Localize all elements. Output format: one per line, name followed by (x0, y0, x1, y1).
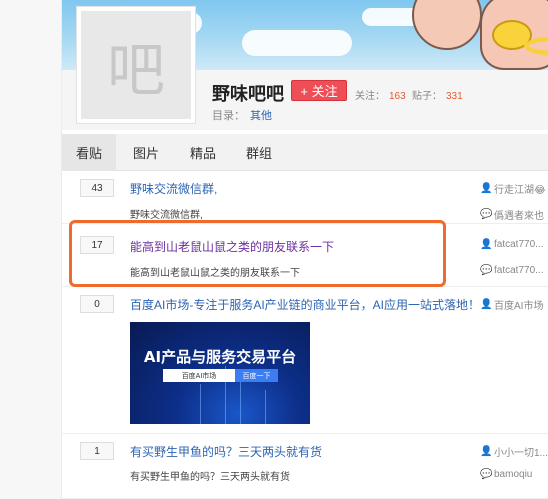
thread-item[interactable]: 1 有买野生甲鱼的吗？三天两头就有货 有买野生甲鱼的吗？三天两头就有货 👤 小小一… (62, 435, 548, 499)
catalog-link[interactable]: 其他 (250, 110, 272, 122)
thread-item[interactable]: 43 野味交流微信群, 野味交流微信群, 👤 行走江湖😂 💬 僞遇者來也 (62, 172, 548, 224)
highlight-box (69, 220, 446, 287)
thread-author[interactable]: 👤 小小一切1... (480, 444, 548, 459)
user-icon: 👤 (480, 182, 493, 194)
last-reply-name: fatcat770... (494, 265, 544, 276)
reply-count: 43 (80, 179, 114, 197)
last-reply[interactable]: 💬 僞遇者來也 (480, 207, 544, 222)
ad-search-bar: 百度AI市场 百度一下 (163, 369, 278, 382)
reply-count: 0 (80, 295, 114, 313)
ad-image[interactable]: AI产品与服务交易平台 百度AI市场 百度一下 (130, 322, 310, 424)
last-reply-name: bamoqiu (494, 469, 533, 480)
thread-author-name: 行走江湖😂 (494, 185, 546, 196)
thread-title[interactable]: 百度AI市场-专注于服务AI产业链的商业平台，AI应用一站式落地！ (130, 296, 480, 313)
catalog-label: 目录： (212, 110, 245, 122)
tab-posts[interactable]: 看贴 (62, 134, 116, 171)
post-stat: 贴子： 331 (412, 87, 463, 102)
thread-title[interactable]: 野味交流微信群, (130, 180, 217, 197)
follow-count: 163 (389, 91, 406, 102)
thread-author-name: 百度AI市场 (494, 301, 544, 312)
thread-author-name: fatcat770... (494, 239, 544, 250)
post-stat-label: 贴子： (412, 91, 442, 102)
ad-thread-item[interactable]: 0 百度AI市场-专注于服务AI产业链的商业平台，AI应用一站式落地！ 👤 百度A… (62, 288, 548, 434)
ad-search-button: 百度一下 (235, 369, 278, 382)
tab-groups[interactable]: 群组 (230, 134, 288, 171)
follow-stat-label: 关注： (355, 91, 385, 102)
thread-author[interactable]: 👤 行走江湖😂 (480, 181, 546, 196)
thread-abstract: 野味交流微信群, (130, 210, 203, 221)
post-count: 331 (446, 91, 463, 102)
last-reply[interactable]: 💬 fatcat770... (480, 265, 543, 276)
last-reply-name: 僞遇者來也 (494, 211, 544, 222)
forum-avatar[interactable]: 吧 (76, 6, 196, 124)
user-icon: 👤 (480, 238, 493, 250)
left-gutter (0, 0, 62, 499)
thread-author[interactable]: 👤 百度AI市场 (480, 297, 543, 312)
reply-icon: 💬 (480, 208, 493, 220)
reply-icon: 💬 (480, 468, 493, 480)
user-icon: 👤 (480, 298, 493, 310)
ad-headline: AI产品与服务交易平台 (143, 348, 297, 366)
thread-author[interactable]: 👤 fatcat770... (480, 239, 543, 250)
tab-images[interactable]: 图片 (116, 134, 176, 171)
follow-stat: 关注： 163 (355, 87, 406, 102)
forum-tabs: 看贴 图片 精品 群组 (62, 134, 548, 171)
cartoon-character-icon (412, 0, 482, 50)
thread-title[interactable]: 有买野生甲鱼的吗？三天两头就有货 (130, 443, 322, 460)
forum-title: 野味吧吧 (212, 84, 284, 104)
catalog: 目录： 其他 (212, 107, 272, 123)
ad-search-label: 百度AI市场 (181, 372, 217, 380)
follow-button[interactable]: + 关注 (291, 80, 347, 101)
thread-abstract: 有买野生甲鱼的吗？三天两头就有货 (130, 472, 290, 483)
last-reply[interactable]: 💬 bamoqiu (480, 469, 532, 480)
user-icon: 👤 (480, 445, 493, 457)
reply-icon: 💬 (480, 264, 493, 276)
reply-count: 1 (80, 442, 114, 460)
tab-featured[interactable]: 精品 (176, 134, 230, 171)
thread-author-name: 小小一切1... (494, 448, 548, 459)
avatar-placeholder: 吧 (81, 11, 191, 119)
